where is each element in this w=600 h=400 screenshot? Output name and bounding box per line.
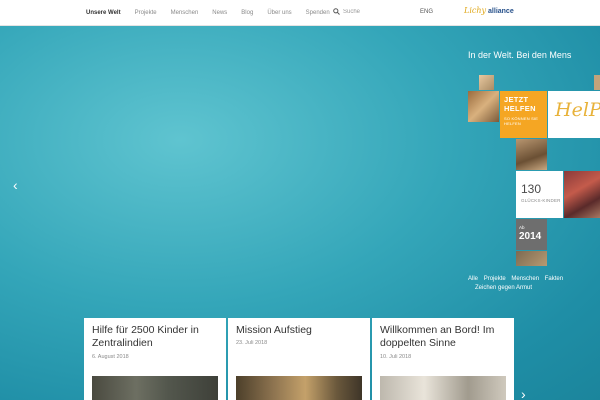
nav-item-ueber-uns[interactable]: Über uns xyxy=(267,10,291,16)
top-navigation-bar: Unsere Welt Projekte Menschen News Blog … xyxy=(0,0,600,26)
thumbnail-photo[interactable] xyxy=(516,251,547,266)
news-card-title[interactable]: Mission Aufstieg xyxy=(236,324,362,337)
slider-prev-icon[interactable]: ‹ xyxy=(13,178,18,192)
news-card-image[interactable] xyxy=(380,376,506,400)
thumbnail-photo[interactable] xyxy=(516,139,547,170)
filter-zeichen-gegen-armut[interactable]: Zeichen gegen Armut xyxy=(475,285,532,291)
help-now-title: JETZT HELFEN xyxy=(504,95,536,113)
news-card-image[interactable] xyxy=(92,376,218,400)
thumbnail-photo[interactable] xyxy=(479,75,494,90)
brand-logo[interactable]: Lichy alliance xyxy=(464,6,514,15)
search-input[interactable] xyxy=(343,8,403,15)
language-switch[interactable]: ENG xyxy=(420,9,433,15)
since-label: Ab xyxy=(519,225,525,230)
news-card[interactable]: Willkommen an Bord! Im doppelten Sinne 1… xyxy=(372,318,514,400)
hero-tagline: In der Welt. Bei den Mens xyxy=(468,50,572,60)
kids-count-tile[interactable]: 130 GLÜCKS-KINDER xyxy=(516,171,563,218)
kids-count-label: GLÜCKS-KINDER xyxy=(521,198,561,203)
help-now-subtitle: SO KÖNNEN SIE HELFEN xyxy=(504,116,539,127)
help-handwritten-text: HelP xyxy=(555,99,600,121)
search-box xyxy=(333,8,403,15)
news-card-title[interactable]: Willkommen an Bord! Im doppelten Sinne xyxy=(380,324,506,351)
nav-item-news[interactable]: News xyxy=(212,10,227,16)
filter-fakten[interactable]: Fakten xyxy=(545,276,563,282)
nav-item-unsere-welt[interactable]: Unsere Welt xyxy=(86,10,121,16)
filter-alle[interactable]: Alle xyxy=(468,276,478,282)
nav-item-spenden[interactable]: Spenden xyxy=(306,10,330,16)
since-year-value: 2014 xyxy=(519,231,542,242)
tile-filter-bar: Alle Projekte Menschen Fakten Zeichen ge… xyxy=(468,275,588,292)
thumbnail-photo[interactable] xyxy=(468,91,499,122)
nav-item-blog[interactable]: Blog xyxy=(241,10,253,16)
news-card[interactable]: Mission Aufstieg 23. Juli 2018 xyxy=(228,318,370,400)
kids-count-value: 130 xyxy=(521,182,542,196)
news-card[interactable]: Hilfe für 2500 Kinder in Zentralindien 6… xyxy=(84,318,226,400)
help-now-tile[interactable]: JETZT HELFEN SO KÖNNEN SIE HELFEN xyxy=(500,91,547,138)
news-card-image[interactable] xyxy=(236,376,362,400)
since-year-tile[interactable]: Ab 2014 xyxy=(516,219,547,250)
nav-item-menschen[interactable]: Menschen xyxy=(171,10,199,16)
thumbnail-photo[interactable] xyxy=(564,171,600,218)
news-card-date: 10. Juli 2018 xyxy=(380,353,412,360)
news-card-date: 23. Juli 2018 xyxy=(236,340,268,347)
news-card-date: 6. August 2018 xyxy=(92,353,129,360)
main-nav: Unsere Welt Projekte Menschen News Blog … xyxy=(86,0,344,26)
slider-next-icon[interactable]: › xyxy=(521,387,526,400)
thumbnail-photo[interactable] xyxy=(594,75,600,90)
search-icon[interactable] xyxy=(333,8,340,15)
logo-word: alliance xyxy=(488,8,514,15)
logo-script: Lichy xyxy=(464,6,487,15)
help-illustration-tile[interactable]: HelP xyxy=(548,91,600,138)
nav-item-projekte[interactable]: Projekte xyxy=(135,10,157,16)
filter-projekte[interactable]: Projekte xyxy=(484,276,506,282)
news-card-title[interactable]: Hilfe für 2500 Kinder in Zentralindien xyxy=(92,324,218,351)
filter-menschen[interactable]: Menschen xyxy=(511,276,539,282)
